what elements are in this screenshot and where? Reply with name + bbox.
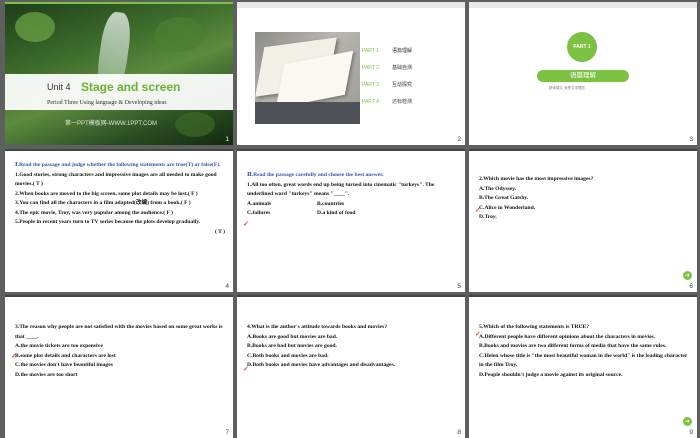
part-text: 基础自测 xyxy=(392,65,413,71)
top-band xyxy=(237,2,465,8)
slide-text: Ⅰ.Read the passage and judge whether the… xyxy=(15,161,225,237)
slide-2-thumbnail[interactable]: PART 1 语篇理解 PART 2 基础自测 PART 3 互动探究 PART 4 达… xyxy=(237,2,465,145)
option-b: B.Books are bad but movies are good. xyxy=(247,343,337,349)
option-b: B.The Great Gatsby. xyxy=(479,195,529,201)
leaf-decoration xyxy=(155,17,205,52)
option-c: C.the movies don't have beautiful images xyxy=(15,362,113,368)
part-circle: PART 1 xyxy=(567,32,597,62)
question-text: 1.All too often, great words end up bein… xyxy=(247,181,435,198)
slide-1-thumbnail[interactable]: Unit 4 Stage and screen Period Three Usi… xyxy=(5,2,233,145)
slide-5-thumbnail[interactable]: Ⅱ.Read the passage carefully and choose … xyxy=(237,149,465,292)
check-mark-icon: ✓ xyxy=(475,330,481,338)
slide-number: 5 xyxy=(457,283,461,290)
question-text: 5.Which of the following statements is T… xyxy=(479,324,590,330)
statement-4: 4.The epic movie, Troy, was very popular… xyxy=(15,209,174,216)
section-subtitle: 精读课文 深挖文本理念 xyxy=(549,86,585,90)
arrow-right-icon[interactable]: ➜ xyxy=(683,417,692,426)
top-band xyxy=(5,295,233,297)
accent-stripe xyxy=(5,2,233,4)
option-d: D.Troy. xyxy=(479,214,497,220)
option-d: D.People shouldn't judge a movie against… xyxy=(479,371,623,378)
exercise-heading: Ⅱ.Read the passage carefully and choose … xyxy=(247,172,384,178)
slide-text: 3.The reason why people are not satisfie… xyxy=(15,323,225,380)
unit-label: Unit 4 xyxy=(47,82,71,92)
leaf-decoration xyxy=(175,112,215,137)
option-d: D.a kind of food xyxy=(317,210,356,216)
slide-6-thumbnail[interactable]: 2.Which movie has the most impressive im… xyxy=(469,149,697,292)
statement-2: 2.When books are moved to the big screen… xyxy=(15,190,198,197)
slide-3-thumbnail[interactable]: PART 1 语篇理解 精读课文 深挖文本理念 3 xyxy=(469,2,697,145)
statement-5: 5.People in recent years turn to TV seri… xyxy=(15,219,201,225)
option-c: C.Alice in Wonderland. xyxy=(479,204,536,211)
slide-text: 5.Which of the following statements is T… xyxy=(479,323,689,380)
top-band xyxy=(469,149,697,151)
option-b: B.some plot details and characters are l… xyxy=(15,352,116,359)
part-text: 互动探究 xyxy=(392,82,413,88)
book-photo-base xyxy=(255,102,360,124)
part-4-row[interactable]: PART 4 达标检测 xyxy=(362,98,413,106)
option-a: A.Books are good but movies are bad. xyxy=(247,333,338,340)
option-c: C.Both books and movies are bad. xyxy=(247,352,329,359)
slide-number: 3 xyxy=(689,136,693,143)
slide-7-thumbnail[interactable]: 3.The reason why people are not satisfie… xyxy=(5,295,233,438)
slide-number: 9 xyxy=(689,429,693,436)
check-mark-icon: ✓ xyxy=(243,220,249,228)
slide-number: 8 xyxy=(457,429,461,436)
check-mark-icon: ✓ xyxy=(475,206,481,214)
part-2-row[interactable]: PART 2 基础自测 xyxy=(362,64,413,72)
top-band xyxy=(237,149,465,151)
slide-number: 4 xyxy=(225,283,229,290)
option-d: D.the movies are too short xyxy=(15,371,78,378)
part-label: PART 2 xyxy=(362,64,379,71)
option-c: C.failures xyxy=(247,210,271,216)
part-label: PART 4 xyxy=(362,98,379,105)
period-subtitle: Period Three Using language & Developing… xyxy=(47,100,167,106)
part-3-row[interactable]: PART 3 互动探究 xyxy=(362,81,413,89)
watermark-text: 第一PPT模板网-WWW.1PPT.COM xyxy=(65,121,157,127)
lesson-title: Stage and screen xyxy=(81,80,181,94)
statement-3: 3.You can find all the characters in a f… xyxy=(15,200,191,206)
slide-8-thumbnail[interactable]: 4.What is the author's attitude towards … xyxy=(237,295,465,438)
slide-text: 4.What is the author's attitude towards … xyxy=(247,323,457,371)
section-pill: 语篇理解 xyxy=(537,70,629,82)
slide-text: 2.Which movie has the most impressive im… xyxy=(479,175,689,223)
slide-4-thumbnail[interactable]: Ⅰ.Read the passage and judge whether the… xyxy=(5,149,233,292)
exercise-heading: Ⅰ.Read the passage and judge whether the… xyxy=(15,162,221,168)
part-text: 达标检测 xyxy=(392,99,413,105)
option-b: B.countries xyxy=(317,200,345,207)
top-band xyxy=(469,295,697,297)
top-band xyxy=(237,295,465,297)
top-band xyxy=(5,149,233,151)
part-text: 语篇理解 xyxy=(392,48,413,54)
part-label: PART 3 xyxy=(362,81,379,88)
question-text: 4.What is the author's attitude towards … xyxy=(247,324,388,330)
check-mark-icon: ✓ xyxy=(243,365,249,373)
leaf-decoration xyxy=(15,12,55,42)
question-text: 3.The reason why people are not satisfie… xyxy=(15,324,223,340)
option-b: B.Books and movies are two different for… xyxy=(479,343,667,349)
top-band xyxy=(469,2,697,8)
slide-9-thumbnail[interactable]: 5.Which of the following statements is T… xyxy=(469,295,697,438)
part-label: PART 1 xyxy=(362,47,379,54)
option-a: A.animals xyxy=(247,200,272,207)
part-1-row[interactable]: PART 1 语篇理解 xyxy=(362,47,413,55)
slide-number: 6 xyxy=(689,283,693,290)
check-mark-icon: ✓ xyxy=(11,352,17,360)
option-d: D.Both books and movies have advantages … xyxy=(247,362,396,368)
option-c: C.Helen whose title is "the most beautif… xyxy=(479,352,688,369)
option-a: A.the movie tickets are too expensive xyxy=(15,343,103,349)
slide-number: 7 xyxy=(225,429,229,436)
slide-number: 1 xyxy=(225,136,229,143)
arrow-right-icon[interactable]: ➜ xyxy=(683,271,692,280)
option-a: A.Different people have different opinio… xyxy=(479,333,656,340)
slide-text: Ⅱ.Read the passage carefully and choose … xyxy=(247,171,457,219)
option-a: A.The Odyssey. xyxy=(479,185,517,192)
statement-5-bracket: ( T ) xyxy=(214,228,225,235)
question-text: 2.Which movie has the most impressive im… xyxy=(479,176,594,182)
slide-number: 2 xyxy=(457,136,461,143)
statement-1: 1.Good stories, strong characters and im… xyxy=(15,171,217,188)
